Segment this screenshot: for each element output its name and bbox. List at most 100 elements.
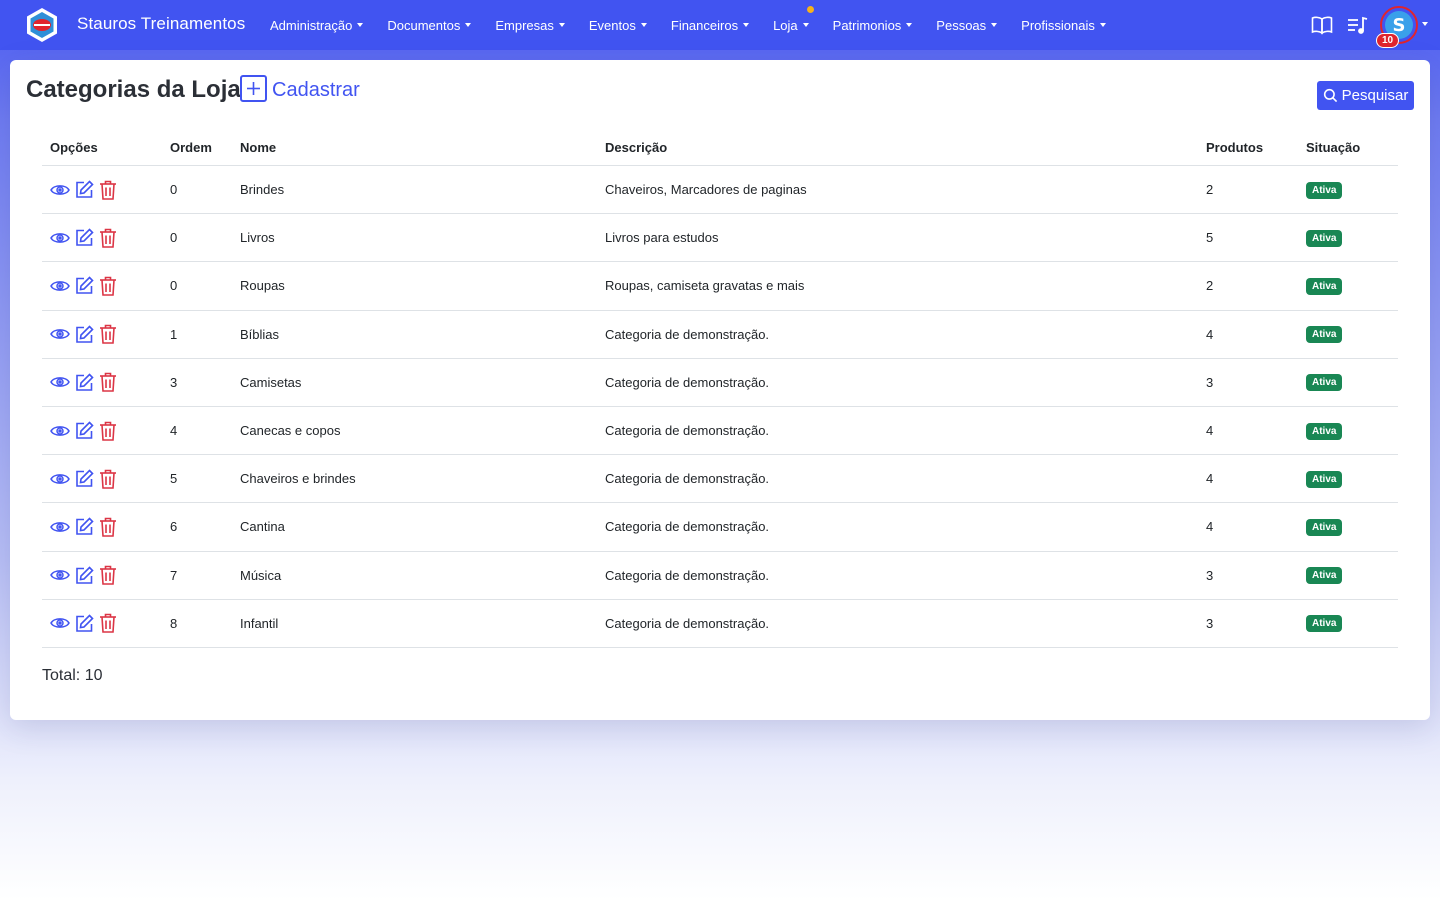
menu-label: Loja: [773, 17, 798, 33]
edit-button[interactable]: [74, 565, 94, 585]
delete-button[interactable]: [98, 613, 118, 634]
caret-down-icon: [802, 23, 809, 27]
cell-name: Roupas: [240, 278, 285, 294]
cell-products: 3: [1206, 567, 1214, 583]
eye-icon: [50, 231, 70, 245]
view-button[interactable]: [50, 517, 70, 537]
book-icon[interactable]: [1310, 13, 1334, 37]
edit-button[interactable]: [74, 276, 94, 296]
menu-label: Documentos: [387, 17, 461, 33]
menu-loja[interactable]: Loja: [773, 5, 815, 33]
page-title: Categorias da Loja: [26, 76, 241, 103]
search-icon: [1323, 88, 1337, 103]
eye-icon: [50, 520, 70, 534]
cell-status: Ativa: [1306, 422, 1343, 440]
header-status[interactable]: Situação: [1306, 140, 1360, 155]
user-menu-caret-icon[interactable]: [1422, 22, 1428, 26]
caret-down-icon: [558, 23, 565, 27]
eye-icon: [50, 616, 70, 630]
cell-products: 2: [1206, 182, 1214, 198]
eye-icon: [50, 183, 70, 197]
main-card: Categorias da Loja Cadastrar Pesquisar O…: [10, 60, 1430, 720]
view-button[interactable]: [50, 324, 70, 344]
edit-icon: [75, 421, 94, 440]
menu-label: Pessoas: [936, 17, 987, 33]
delete-button[interactable]: [98, 228, 118, 248]
header-order[interactable]: Ordem: [170, 140, 212, 155]
cell-products: 5: [1206, 230, 1214, 246]
caret-down-icon: [991, 23, 998, 27]
menu-administracao[interactable]: Administração: [270, 18, 364, 33]
delete-button[interactable]: [98, 517, 118, 537]
edit-button[interactable]: [74, 469, 94, 489]
caret-down-icon: [743, 23, 750, 27]
delete-button[interactable]: [98, 276, 118, 296]
edit-button[interactable]: [74, 228, 94, 248]
cell-description: Categoria de demonstração.: [605, 519, 770, 535]
edit-button[interactable]: [74, 421, 94, 441]
add-category-button[interactable]: Cadastrar: [240, 75, 360, 102]
delete-button[interactable]: [98, 180, 118, 200]
edit-icon: [75, 276, 94, 295]
header-products[interactable]: Produtos: [1206, 140, 1263, 155]
delete-button[interactable]: [98, 565, 118, 585]
view-button[interactable]: [50, 228, 70, 248]
search-button[interactable]: Pesquisar: [1317, 81, 1414, 110]
trash-icon: [99, 565, 117, 585]
view-button[interactable]: [50, 180, 70, 200]
main-menu: Administração Documentos Empresas Evento…: [270, 0, 1130, 50]
table-row: 0 Livros Livros para estudos 5 Ativa: [42, 214, 1398, 263]
delete-button[interactable]: [98, 421, 118, 441]
table-row: 7 Música Categoria de demonstração. 3 Ativa: [42, 552, 1398, 600]
menu-label: Profissionais: [1021, 17, 1095, 33]
cell-products: 4: [1206, 471, 1214, 487]
cell-name: Cantina: [240, 519, 285, 535]
edit-icon: [75, 228, 94, 247]
delete-button[interactable]: [98, 372, 118, 393]
header-name[interactable]: Nome: [240, 140, 276, 155]
header-description[interactable]: Descrição: [605, 140, 667, 155]
view-button[interactable]: [50, 469, 70, 489]
row-options: [50, 469, 118, 489]
view-button[interactable]: [50, 372, 70, 392]
playlist-music-icon[interactable]: [1346, 13, 1370, 37]
cell-description: Categoria de demonstração.: [605, 567, 770, 583]
nav-icons: [1310, 0, 1382, 50]
menu-patrimonios[interactable]: Patrimonios: [833, 18, 913, 33]
user-avatar[interactable]: S 10: [1376, 6, 1418, 48]
menu-eventos[interactable]: Eventos: [589, 18, 647, 33]
eye-icon: [50, 424, 70, 438]
brand-logo-icon[interactable]: [24, 7, 60, 43]
menu-financeiros[interactable]: Financeiros: [670, 17, 750, 33]
categories-table: Opções Ordem Nome Descrição Produtos Sit…: [42, 130, 1398, 648]
cell-name: Bíblias: [240, 326, 280, 342]
view-button[interactable]: [50, 421, 70, 441]
edit-button[interactable]: [74, 613, 94, 633]
edit-button[interactable]: [74, 324, 94, 344]
delete-button[interactable]: [98, 469, 118, 489]
trash-icon: [99, 324, 117, 344]
menu-pessoas[interactable]: Pessoas: [936, 17, 998, 33]
table-row: 5 Chaveiros e brindes Categoria de demonst…: [42, 455, 1398, 504]
menu-documentos[interactable]: Documentos: [387, 17, 472, 33]
eye-icon: [50, 279, 70, 293]
caret-down-icon: [1099, 23, 1106, 27]
edit-button[interactable]: [74, 517, 94, 537]
edit-icon: [75, 565, 94, 585]
view-button[interactable]: [50, 565, 70, 585]
edit-button[interactable]: [74, 372, 94, 392]
cell-description: Chaveiros, Marcadores de paginas: [605, 182, 807, 198]
eye-icon: [50, 568, 70, 582]
cell-status: Ativa: [1306, 325, 1343, 344]
delete-button[interactable]: [98, 324, 118, 344]
view-button[interactable]: [50, 276, 70, 296]
cell-description: Categoria de demonstração.: [605, 326, 770, 342]
menu-empresas[interactable]: Empresas: [495, 18, 565, 33]
view-button[interactable]: [50, 613, 70, 633]
menu-profissionais[interactable]: Profissionais: [1021, 18, 1106, 33]
trash-icon: [99, 372, 117, 393]
edit-button[interactable]: [74, 180, 94, 200]
menu-label: Financeiros: [670, 17, 739, 33]
row-options: [50, 517, 118, 537]
brand-name[interactable]: Stauros Treinamentos: [77, 14, 245, 34]
